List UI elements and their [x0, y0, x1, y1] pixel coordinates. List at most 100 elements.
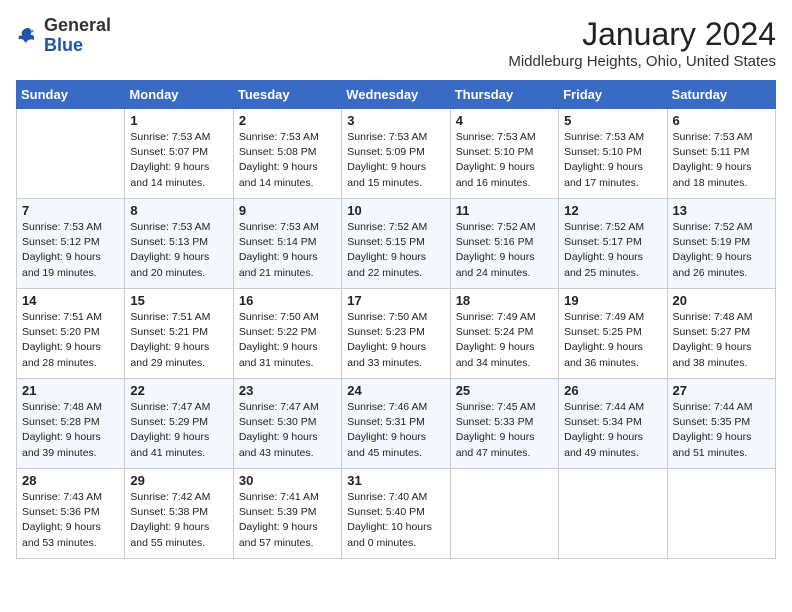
day-number: 5 — [564, 113, 661, 128]
calendar-title: January 2024 — [508, 16, 776, 53]
day-cell: 31 Sunrise: 7:40 AM Sunset: 5:40 PM Dayli… — [342, 469, 450, 559]
calendar-subtitle: Middleburg Heights, Ohio, United States — [508, 53, 776, 70]
day-info: Sunrise: 7:40 AM Sunset: 5:40 PM Dayligh… — [347, 490, 444, 551]
day-info: Sunrise: 7:51 AM Sunset: 5:21 PM Dayligh… — [130, 310, 227, 371]
header-cell-wednesday: Wednesday — [342, 81, 450, 109]
day-number: 29 — [130, 473, 227, 488]
page-header: General Blue January 2024 Middleburg Hei… — [16, 16, 776, 70]
day-info: Sunrise: 7:53 AM Sunset: 5:07 PM Dayligh… — [130, 130, 227, 191]
day-info: Sunrise: 7:52 AM Sunset: 5:17 PM Dayligh… — [564, 220, 661, 281]
day-number: 7 — [22, 203, 119, 218]
title-area: January 2024 Middleburg Heights, Ohio, U… — [508, 16, 776, 70]
week-row-2: 7Sunrise: 7:53 AM Sunset: 5:12 PM Daylig… — [17, 199, 776, 289]
day-number: 3 — [347, 113, 444, 128]
day-info: Sunrise: 7:53 AM Sunset: 5:10 PM Dayligh… — [456, 130, 553, 191]
day-cell: 4Sunrise: 7:53 AM Sunset: 5:10 PM Daylig… — [450, 109, 558, 199]
day-number: 2 — [239, 113, 336, 128]
calendar-body: 1 Sunrise: 7:53 AM Sunset: 5:07 PM Daylig… — [17, 109, 776, 559]
day-info: Sunrise: 7:46 AM Sunset: 5:31 PM Dayligh… — [347, 400, 444, 461]
calendar-header: SundayMondayTuesdayWednesdayThursdayFrid… — [17, 81, 776, 109]
day-number: 31 — [347, 473, 444, 488]
day-cell: 30 Sunrise: 7:41 AM Sunset: 5:39 PM Dayli… — [233, 469, 341, 559]
header-cell-sunday: Sunday — [17, 81, 125, 109]
day-cell: 12 Sunrise: 7:52 AM Sunset: 5:17 PM Dayli… — [559, 199, 667, 289]
calendar-table: SundayMondayTuesdayWednesdayThursdayFrid… — [16, 80, 776, 559]
day-number: 9 — [239, 203, 336, 218]
day-info: Sunrise: 7:53 AM Sunset: 5:11 PM Dayligh… — [673, 130, 770, 191]
day-cell: 19 Sunrise: 7:49 AM Sunset: 5:25 PM Dayli… — [559, 289, 667, 379]
week-row-4: 21Sunrise: 7:48 AM Sunset: 5:28 PM Dayli… — [17, 379, 776, 469]
logo: General Blue — [16, 16, 111, 56]
day-number: 25 — [456, 383, 553, 398]
day-number: 10 — [347, 203, 444, 218]
day-info: Sunrise: 7:48 AM Sunset: 5:28 PM Dayligh… — [22, 400, 119, 461]
day-cell: 22 Sunrise: 7:47 AM Sunset: 5:29 PM Dayli… — [125, 379, 233, 469]
day-cell: 27Sunrise: 7:44 AM Sunset: 5:35 PM Dayli… — [667, 379, 775, 469]
day-cell: 8Sunrise: 7:53 AM Sunset: 5:13 PM Daylig… — [125, 199, 233, 289]
day-number: 1 — [130, 113, 227, 128]
day-info: Sunrise: 7:44 AM Sunset: 5:35 PM Dayligh… — [673, 400, 770, 461]
day-cell: 5 Sunrise: 7:53 AM Sunset: 5:10 PM Daylig… — [559, 109, 667, 199]
day-cell: 11Sunrise: 7:52 AM Sunset: 5:16 PM Dayli… — [450, 199, 558, 289]
day-number: 13 — [673, 203, 770, 218]
day-cell: 3Sunrise: 7:53 AM Sunset: 5:09 PM Daylig… — [342, 109, 450, 199]
day-cell — [559, 469, 667, 559]
day-info: Sunrise: 7:47 AM Sunset: 5:29 PM Dayligh… — [130, 400, 227, 461]
day-info: Sunrise: 7:53 AM Sunset: 5:08 PM Dayligh… — [239, 130, 336, 191]
day-cell: 16Sunrise: 7:50 AM Sunset: 5:22 PM Dayli… — [233, 289, 341, 379]
day-number: 19 — [564, 293, 661, 308]
header-cell-tuesday: Tuesday — [233, 81, 341, 109]
day-number: 23 — [239, 383, 336, 398]
day-info: Sunrise: 7:43 AM Sunset: 5:36 PM Dayligh… — [22, 490, 119, 551]
day-number: 12 — [564, 203, 661, 218]
header-cell-thursday: Thursday — [450, 81, 558, 109]
day-info: Sunrise: 7:52 AM Sunset: 5:16 PM Dayligh… — [456, 220, 553, 281]
day-cell: 21Sunrise: 7:48 AM Sunset: 5:28 PM Dayli… — [17, 379, 125, 469]
header-cell-friday: Friday — [559, 81, 667, 109]
day-cell: 25 Sunrise: 7:45 AM Sunset: 5:33 PM Dayli… — [450, 379, 558, 469]
day-number: 8 — [130, 203, 227, 218]
day-info: Sunrise: 7:48 AM Sunset: 5:27 PM Dayligh… — [673, 310, 770, 371]
day-info: Sunrise: 7:42 AM Sunset: 5:38 PM Dayligh… — [130, 490, 227, 551]
day-cell: 2 Sunrise: 7:53 AM Sunset: 5:08 PM Daylig… — [233, 109, 341, 199]
day-cell: 13Sunrise: 7:52 AM Sunset: 5:19 PM Dayli… — [667, 199, 775, 289]
header-cell-saturday: Saturday — [667, 81, 775, 109]
day-cell: 10 Sunrise: 7:52 AM Sunset: 5:15 PM Dayli… — [342, 199, 450, 289]
day-number: 16 — [239, 293, 336, 308]
day-number: 6 — [673, 113, 770, 128]
week-row-5: 28 Sunrise: 7:43 AM Sunset: 5:36 PM Dayli… — [17, 469, 776, 559]
day-cell: 7Sunrise: 7:53 AM Sunset: 5:12 PM Daylig… — [17, 199, 125, 289]
day-info: Sunrise: 7:44 AM Sunset: 5:34 PM Dayligh… — [564, 400, 661, 461]
day-number: 22 — [130, 383, 227, 398]
day-number: 26 — [564, 383, 661, 398]
day-cell: 28 Sunrise: 7:43 AM Sunset: 5:36 PM Dayli… — [17, 469, 125, 559]
day-number: 18 — [456, 293, 553, 308]
day-info: Sunrise: 7:53 AM Sunset: 5:14 PM Dayligh… — [239, 220, 336, 281]
logo-text: General Blue — [44, 16, 111, 56]
day-number: 28 — [22, 473, 119, 488]
day-info: Sunrise: 7:47 AM Sunset: 5:30 PM Dayligh… — [239, 400, 336, 461]
week-row-1: 1 Sunrise: 7:53 AM Sunset: 5:07 PM Daylig… — [17, 109, 776, 199]
day-info: Sunrise: 7:53 AM Sunset: 5:10 PM Dayligh… — [564, 130, 661, 191]
day-number: 15 — [130, 293, 227, 308]
day-number: 14 — [22, 293, 119, 308]
header-cell-monday: Monday — [125, 81, 233, 109]
day-number: 24 — [347, 383, 444, 398]
day-info: Sunrise: 7:45 AM Sunset: 5:33 PM Dayligh… — [456, 400, 553, 461]
day-info: Sunrise: 7:52 AM Sunset: 5:15 PM Dayligh… — [347, 220, 444, 281]
day-cell — [667, 469, 775, 559]
day-cell: 24 Sunrise: 7:46 AM Sunset: 5:31 PM Dayli… — [342, 379, 450, 469]
logo-general: General — [44, 15, 111, 35]
day-cell: 1 Sunrise: 7:53 AM Sunset: 5:07 PM Daylig… — [125, 109, 233, 199]
day-cell: 29 Sunrise: 7:42 AM Sunset: 5:38 PM Dayli… — [125, 469, 233, 559]
day-info: Sunrise: 7:51 AM Sunset: 5:20 PM Dayligh… — [22, 310, 119, 371]
week-row-3: 14 Sunrise: 7:51 AM Sunset: 5:20 PM Dayli… — [17, 289, 776, 379]
day-cell: 17Sunrise: 7:50 AM Sunset: 5:23 PM Dayli… — [342, 289, 450, 379]
day-info: Sunrise: 7:49 AM Sunset: 5:25 PM Dayligh… — [564, 310, 661, 371]
day-info: Sunrise: 7:41 AM Sunset: 5:39 PM Dayligh… — [239, 490, 336, 551]
day-cell: 9 Sunrise: 7:53 AM Sunset: 5:14 PM Daylig… — [233, 199, 341, 289]
day-number: 30 — [239, 473, 336, 488]
day-number: 17 — [347, 293, 444, 308]
header-row: SundayMondayTuesdayWednesdayThursdayFrid… — [17, 81, 776, 109]
logo-blue: Blue — [44, 35, 83, 55]
